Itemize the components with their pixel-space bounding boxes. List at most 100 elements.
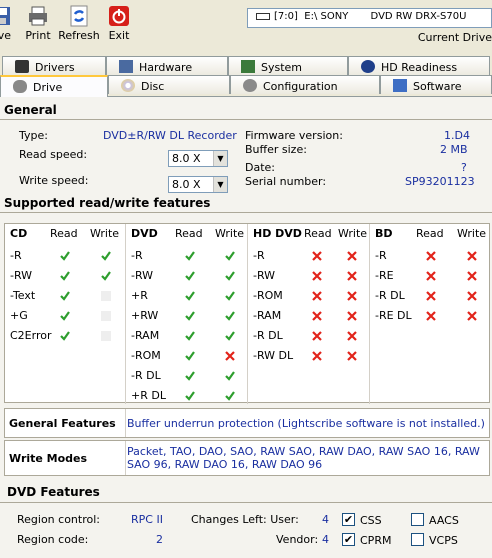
cross-icon bbox=[312, 311, 322, 321]
tab-disc-label: Disc bbox=[141, 80, 165, 93]
cross-icon bbox=[347, 331, 357, 341]
hddvd-column: HD DVD Read Write -R -RW -ROM -RAM -R DL -RW … bbox=[248, 224, 368, 404]
check-icon bbox=[101, 251, 111, 261]
cross-icon bbox=[467, 311, 477, 321]
feature-name: -RW bbox=[253, 269, 276, 282]
chevron-down-icon: ▼ bbox=[213, 177, 227, 192]
cross-icon bbox=[312, 291, 322, 301]
exit-label: Exit bbox=[108, 29, 130, 42]
read-speed-value: 8.0 X bbox=[172, 152, 201, 165]
tab-disc[interactable]: Disc bbox=[108, 75, 230, 94]
divider bbox=[0, 502, 492, 503]
hardware-icon bbox=[119, 60, 133, 73]
system-icon bbox=[241, 60, 255, 73]
write-speed-value: 8.0 X bbox=[172, 178, 201, 191]
feature-name: -RW DL bbox=[253, 349, 294, 362]
vcps-label: VCPS bbox=[429, 534, 458, 547]
print-button[interactable]: Print bbox=[15, 3, 61, 42]
feature-name: -ROM bbox=[253, 289, 283, 302]
disc-icon bbox=[121, 79, 135, 92]
write-modes-value-line1: Packet, TAO, DAO, SAO, RAW SAO, RAW DAO,… bbox=[127, 445, 480, 458]
cross-icon bbox=[467, 291, 477, 301]
cd-write-header: Write bbox=[90, 227, 120, 240]
cprm-checkbox[interactable]: ✔ bbox=[342, 533, 355, 546]
buffer-label: Buffer size: bbox=[245, 143, 307, 156]
printer-icon bbox=[29, 6, 47, 26]
tab-hardware-label: Hardware bbox=[139, 61, 193, 74]
feature-name: -R bbox=[253, 249, 265, 262]
tab-hardware[interactable]: Hardware bbox=[106, 56, 228, 75]
drive-select[interactable]: [7:0] E:\ SONY DVD RW DRX-S70U bbox=[247, 8, 492, 28]
divider bbox=[125, 409, 126, 437]
check-icon bbox=[225, 371, 235, 381]
check-icon bbox=[185, 291, 195, 301]
css-label: CSS bbox=[360, 514, 382, 527]
region-code-value: 2 bbox=[156, 533, 163, 546]
check-icon bbox=[225, 291, 235, 301]
hddvd-read-header: Read bbox=[304, 227, 332, 240]
feature-name: -RW bbox=[10, 269, 33, 282]
cross-icon bbox=[225, 351, 235, 361]
features-title: Supported read/write features bbox=[4, 196, 211, 210]
cross-icon bbox=[426, 271, 436, 281]
cross-icon bbox=[347, 311, 357, 321]
drivers-icon bbox=[15, 60, 29, 73]
tab-software[interactable]: Software bbox=[380, 75, 492, 94]
check-icon: ✔ bbox=[343, 513, 354, 526]
cross-icon bbox=[347, 351, 357, 361]
tab-hd-readiness-label: HD Readiness bbox=[381, 61, 458, 74]
aacs-checkbox[interactable] bbox=[411, 513, 424, 526]
check-icon bbox=[225, 331, 235, 341]
type-label: Type: bbox=[19, 129, 48, 142]
changes-left-user-value: 4 bbox=[322, 513, 329, 526]
toolbar: ave Print Refresh Exit [7:0] E:\ SONY DV… bbox=[0, 0, 492, 52]
tab-system[interactable]: System bbox=[228, 56, 348, 75]
cross-icon bbox=[312, 271, 322, 281]
general-features-box: General Features Buffer underrun protect… bbox=[4, 408, 490, 438]
changes-left-label: Changes Left: User: bbox=[191, 513, 299, 526]
check-icon bbox=[185, 371, 195, 381]
feature-name: +G bbox=[10, 309, 28, 322]
unavailable-icon bbox=[101, 291, 111, 301]
dvd-features-title: DVD Features bbox=[7, 485, 100, 499]
feature-name: -RE DL bbox=[375, 309, 412, 322]
firmware-label: Firmware version: bbox=[245, 129, 343, 142]
region-control-label: Region control: bbox=[17, 513, 100, 526]
feature-name: -RAM bbox=[253, 309, 282, 322]
print-label: Print bbox=[25, 29, 51, 42]
dvd-read-header: Read bbox=[175, 227, 203, 240]
cross-icon bbox=[312, 331, 322, 341]
tab-system-label: System bbox=[261, 61, 303, 74]
cross-icon bbox=[347, 271, 357, 281]
check-icon: ✔ bbox=[343, 533, 354, 546]
css-checkbox[interactable]: ✔ bbox=[342, 513, 355, 526]
tab-hd-readiness[interactable]: HD Readiness bbox=[348, 56, 490, 75]
hddvd-write-header: Write bbox=[338, 227, 368, 240]
general-title: General bbox=[4, 103, 57, 117]
feature-name: -R DL bbox=[253, 329, 283, 342]
vcps-checkbox[interactable] bbox=[411, 533, 424, 546]
check-icon bbox=[225, 271, 235, 281]
bd-title: BD bbox=[375, 227, 393, 240]
feature-name: -R bbox=[10, 249, 22, 262]
software-icon bbox=[393, 79, 407, 92]
cross-icon bbox=[426, 291, 436, 301]
feature-name: +RW bbox=[131, 309, 159, 322]
tab-configuration-label: Configuration bbox=[263, 80, 338, 93]
tab-configuration[interactable]: Configuration bbox=[230, 75, 380, 94]
tab-drivers[interactable]: Drivers bbox=[2, 56, 106, 75]
feature-name: -RAM bbox=[131, 329, 160, 342]
feature-name: -R bbox=[375, 249, 387, 262]
write-speed-select[interactable]: 8.0 X ▼ bbox=[168, 176, 228, 193]
write-modes-value-line2: SAO 96, RAW DAO 16, RAW DAO 96 bbox=[127, 458, 323, 471]
exit-button[interactable]: Exit bbox=[96, 3, 142, 42]
feature-name: -R bbox=[131, 249, 143, 262]
check-icon bbox=[101, 271, 111, 281]
cross-icon bbox=[426, 251, 436, 261]
check-icon bbox=[60, 311, 70, 321]
date-value: ? bbox=[461, 161, 467, 174]
current-drive-label: Current Drive bbox=[417, 31, 492, 44]
tab-drive[interactable]: Drive bbox=[0, 75, 108, 97]
read-speed-select[interactable]: 8.0 X ▼ bbox=[168, 150, 228, 167]
gear-icon bbox=[243, 79, 257, 92]
